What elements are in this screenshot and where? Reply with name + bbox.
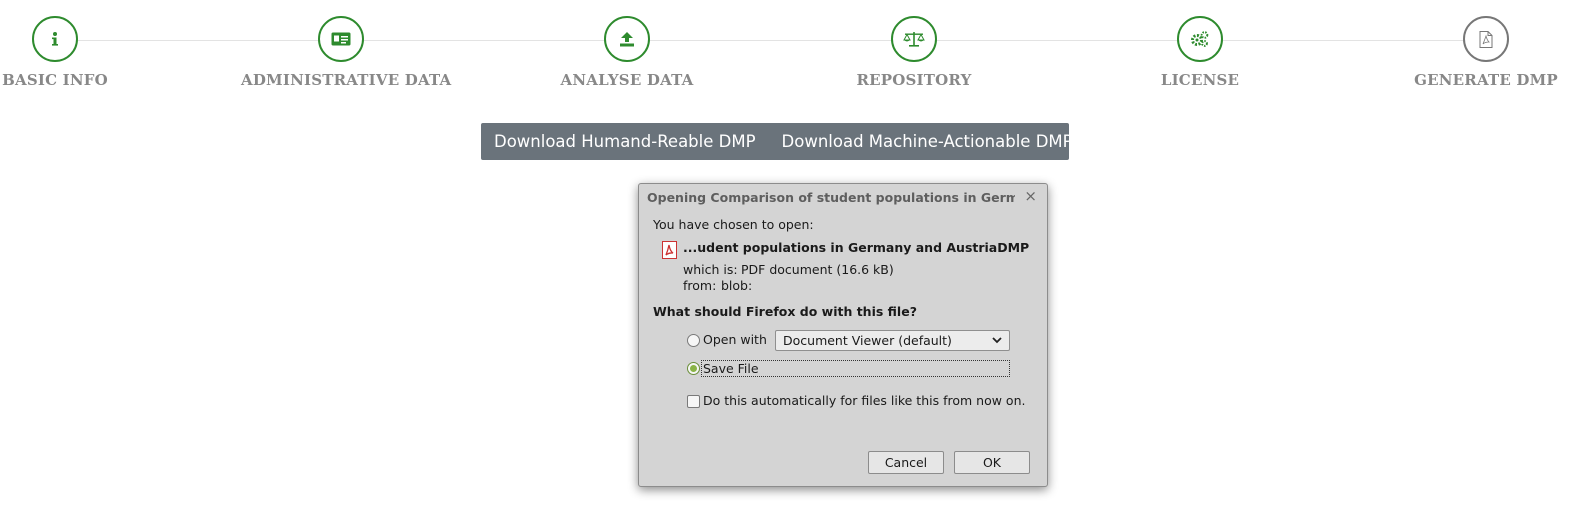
ok-button[interactable]: OK <box>954 451 1030 474</box>
step-label: ADMINISTRATIVE DATA <box>241 71 452 89</box>
upload-icon <box>619 31 635 47</box>
step-circle[interactable] <box>32 16 78 62</box>
step-basic-info[interactable]: BASIC INFO <box>0 16 155 89</box>
step-label: BASIC INFO <box>2 71 108 89</box>
step-generate-dmp[interactable]: GENERATE DMP <box>1386 16 1585 89</box>
cancel-button[interactable]: Cancel <box>868 451 944 474</box>
chosen-to-open-text: You have chosen to open: <box>653 217 814 232</box>
close-icon[interactable]: × <box>1024 187 1037 205</box>
from-label: from: <box>683 278 717 293</box>
step-administrative-data[interactable]: ADMINISTRATIVE DATA <box>241 16 452 89</box>
step-circle[interactable] <box>604 16 650 62</box>
pdf-file-icon <box>662 241 677 259</box>
auto-action-label[interactable]: Do this automatically for files like thi… <box>703 393 1025 408</box>
open-with-selected-value: Document Viewer (default) <box>783 333 952 348</box>
open-with-radio[interactable] <box>687 334 700 347</box>
step-repository[interactable]: REPOSITORY <box>814 16 1014 89</box>
auto-action-checkbox[interactable] <box>687 395 700 408</box>
chevron-down-icon <box>991 334 1003 349</box>
open-file-dialog: Opening Comparison of student population… <box>638 183 1048 487</box>
step-circle[interactable] <box>1463 16 1509 62</box>
step-label: ANALYSE DATA <box>560 71 694 89</box>
cogs-icon <box>1191 31 1209 47</box>
pdf-file-icon <box>1479 30 1493 48</box>
dialog-title: Opening Comparison of student population… <box>647 190 1015 205</box>
step-circle[interactable] <box>891 16 937 62</box>
action-question: What should Firefox do with this file? <box>653 304 917 319</box>
id-card-icon <box>331 32 351 46</box>
step-analyse-data[interactable]: ANALYSE DATA <box>527 16 727 89</box>
download-button-group: Download Humand-Reable DMP Download Mach… <box>481 123 1073 160</box>
info-icon <box>48 31 62 47</box>
save-file-option[interactable]: Save File <box>701 360 1010 377</box>
save-file-radio[interactable] <box>687 362 700 375</box>
step-label: REPOSITORY <box>856 71 972 89</box>
file-type-value: PDF document (16.6 kB) <box>741 262 894 277</box>
download-human-readable-button[interactable]: Download Humand-Reable DMP <box>481 123 769 160</box>
save-file-label: Save File <box>703 361 759 376</box>
file-name: ...udent populations in Germany and Aust… <box>683 240 1030 255</box>
balance-scale-icon <box>903 31 925 47</box>
wizard-stepper: BASIC INFO ADMINISTRATIVE DATA ANALYSE D… <box>0 0 1585 100</box>
step-label: LICENSE <box>1160 71 1240 89</box>
step-circle[interactable] <box>318 16 364 62</box>
which-is-label: which is: <box>683 262 738 277</box>
step-license[interactable]: LICENSE <box>1100 16 1300 89</box>
download-machine-actionable-button[interactable]: Download Machine-Actionable DMP <box>769 123 1086 160</box>
from-value: blob: <box>721 278 753 293</box>
open-with-label[interactable]: Open with <box>703 332 767 347</box>
step-label: GENERATE DMP <box>1414 71 1558 89</box>
step-circle[interactable] <box>1177 16 1223 62</box>
open-with-select[interactable]: Document Viewer (default) <box>775 330 1010 351</box>
